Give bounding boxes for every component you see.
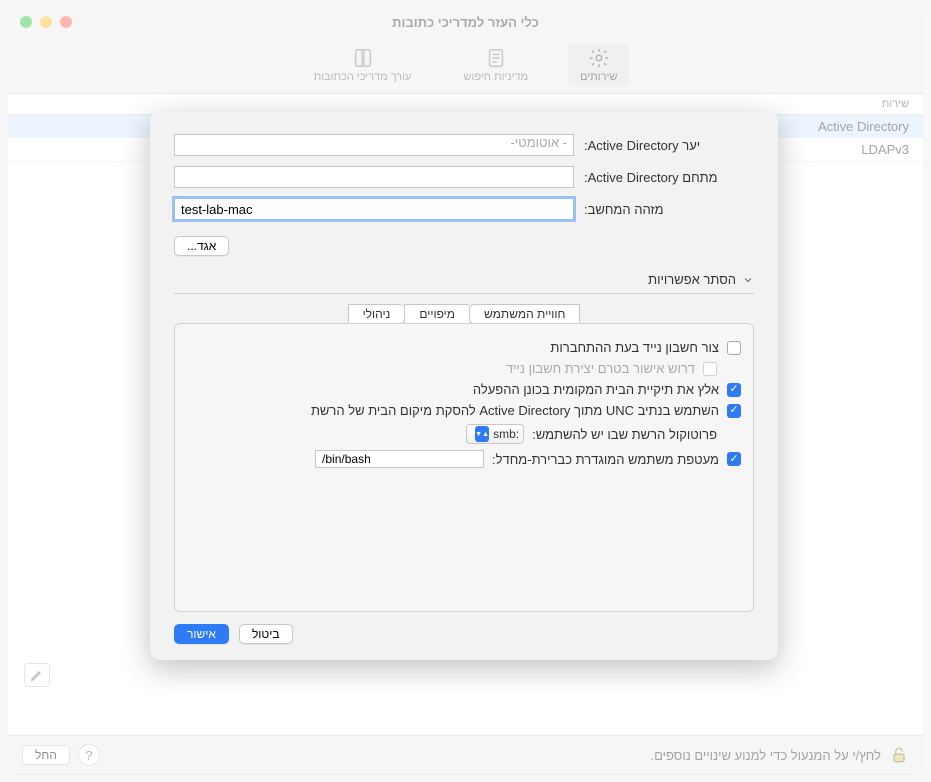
protocol-value: smb:: [493, 427, 519, 441]
default-shell-input[interactable]: [315, 450, 484, 468]
forest-label: יער Active Directory:: [584, 138, 754, 153]
cancel-button[interactable]: ביטול: [239, 624, 293, 644]
computerid-input[interactable]: [174, 198, 574, 220]
checkbox-use-unc[interactable]: [727, 404, 741, 418]
label-force-local-home: אלץ את תיקיית הבית המקומית בכונן ההפעלה: [473, 382, 719, 397]
tab-administrative[interactable]: ניהולי: [348, 304, 405, 324]
forest-placeholder: - אוטומטי-: [511, 135, 567, 150]
ok-button[interactable]: אישור: [174, 624, 229, 644]
tab-mappings[interactable]: מיפויים: [404, 304, 469, 324]
disclosure-label: הסתר אפשרויות: [648, 272, 736, 287]
bind-button[interactable]: אגד...: [174, 236, 229, 256]
domain-label: מתחם Active Directory:: [584, 170, 754, 185]
options-tabs: חוויית המשתמש מיפויים ניהולי: [174, 304, 754, 324]
label-default-shell: מעטפת משתמש המוגדרת כברירת-מחדל:: [492, 452, 719, 467]
stepper-arrows-icon: ▲▼: [475, 426, 489, 442]
label-use-unc: השתמש בנתיב UNC מתוך Active Directory לה…: [311, 403, 719, 418]
ad-config-sheet: יער Active Directory: - אוטומטי- מתחם Ac…: [150, 112, 778, 660]
computerid-label: מזהה המחשב:: [584, 202, 754, 217]
domain-input[interactable]: [174, 166, 574, 188]
tab-user-experience[interactable]: חוויית המשתמש: [469, 304, 580, 324]
checkbox-require-confirm: [703, 362, 717, 376]
forest-input[interactable]: - אוטומטי-: [174, 134, 574, 156]
protocol-select[interactable]: smb: ▲▼: [466, 424, 524, 444]
checkbox-mobile-account[interactable]: [727, 341, 741, 355]
chevron-down-icon: [742, 274, 754, 286]
label-mobile-account: צור חשבון נייד בעת ההתחברות: [550, 340, 719, 355]
label-require-confirm: דרוש אישור בטרם יצירת חשבון נייד: [506, 361, 695, 376]
label-protocol: פרוטוקול הרשת שבו יש להשתמש:: [532, 427, 717, 442]
options-panel: צור חשבון נייד בעת ההתחברות דרוש אישור ב…: [174, 323, 754, 612]
checkbox-force-local-home[interactable]: [727, 383, 741, 397]
checkbox-default-shell[interactable]: [727, 452, 741, 466]
disclosure-toggle[interactable]: הסתר אפשרויות: [174, 272, 754, 294]
